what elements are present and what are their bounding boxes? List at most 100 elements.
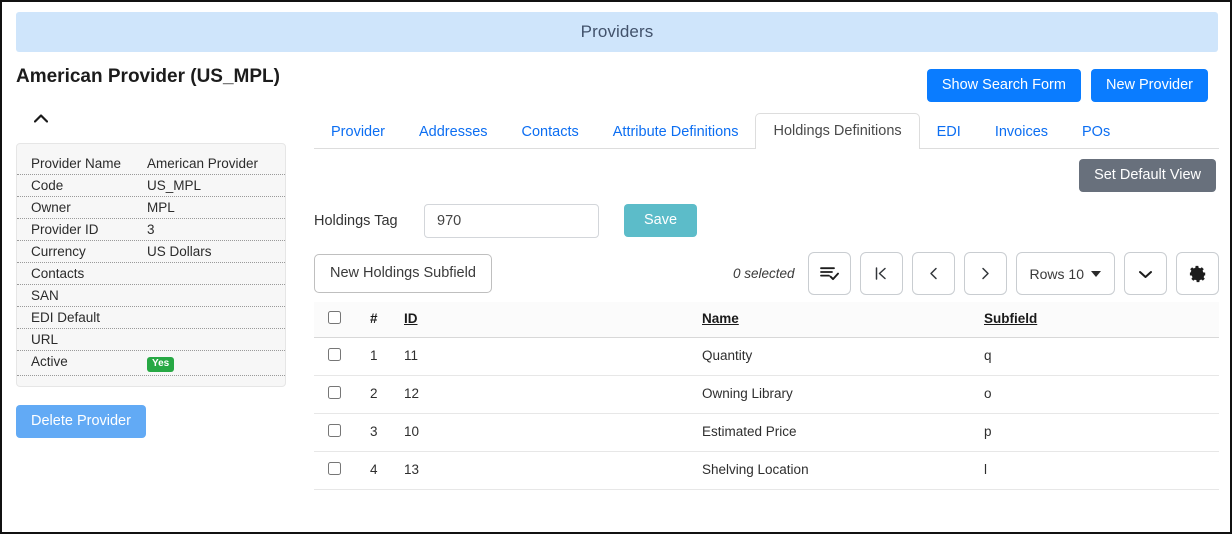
- detail-label: EDI Default: [31, 310, 101, 325]
- detail-row: SAN: [17, 285, 285, 307]
- row-number-cell: 1: [366, 337, 400, 376]
- select-all-checkbox[interactable]: [328, 310, 341, 324]
- detail-row: Currency US Dollars: [17, 241, 285, 263]
- show-search-form-button[interactable]: Show Search Form: [926, 69, 1081, 102]
- detail-value: US_MPL: [147, 178, 202, 193]
- detail-label: Code: [31, 178, 64, 193]
- detail-label: Contacts: [31, 266, 85, 281]
- row-name-cell: Quantity: [698, 337, 980, 376]
- row-id-cell: 10: [400, 413, 698, 452]
- detail-value: Yes: [147, 354, 175, 372]
- column-header-name[interactable]: Name: [698, 301, 980, 338]
- detail-label: Provider ID: [31, 222, 99, 237]
- row-name-cell: Owning Library: [698, 375, 980, 414]
- provider-tabs-panel: Provider Addresses Contacts Attribute De…: [314, 108, 1219, 490]
- page-title: Providers: [580, 22, 654, 41]
- gear-icon[interactable]: [1176, 252, 1219, 295]
- next-page-icon[interactable]: [963, 252, 1007, 295]
- detail-row: Code US_MPL: [17, 175, 285, 197]
- row-id-cell: 12: [400, 375, 698, 414]
- column-header-name-label: Name: [702, 311, 739, 326]
- row-subfield-cell: o: [980, 375, 1219, 414]
- new-holdings-subfield-button[interactable]: New Holdings Subfield: [314, 254, 492, 293]
- tab-edi[interactable]: EDI: [920, 115, 978, 150]
- save-wrap: Save: [624, 204, 698, 237]
- selected-count-label: 0 selected: [732, 266, 795, 281]
- row-number-cell: 4: [366, 451, 400, 490]
- row-checkbox[interactable]: [328, 423, 341, 437]
- detail-value: US Dollars: [147, 244, 212, 259]
- detail-value: 3: [147, 222, 155, 237]
- tab-contacts[interactable]: Contacts: [505, 115, 596, 150]
- delete-provider-button[interactable]: Delete Provider: [16, 405, 146, 438]
- rows-per-page-dropdown[interactable]: Rows 10: [1015, 252, 1115, 295]
- tab-addresses[interactable]: Addresses: [402, 115, 505, 150]
- row-subfield-cell: q: [980, 337, 1219, 376]
- row-select-cell: [314, 451, 366, 490]
- save-button[interactable]: Save: [624, 204, 698, 237]
- tab-invoices[interactable]: Invoices: [978, 115, 1065, 150]
- tab-bar: Provider Addresses Contacts Attribute De…: [314, 108, 1219, 149]
- new-provider-button[interactable]: New Provider: [1090, 69, 1208, 102]
- provider-summary-sidebar: Provider Name American Provider Code US_…: [2, 107, 300, 438]
- holdings-tag-label: Holdings Tag: [314, 212, 398, 229]
- tab-pos[interactable]: POs: [1065, 115, 1127, 150]
- detail-row: URL: [17, 329, 285, 351]
- table-head: # ID Name Subfield: [314, 301, 1219, 338]
- prev-page-icon[interactable]: [911, 252, 955, 295]
- chevron-up-icon[interactable]: [30, 107, 52, 129]
- tab-holdings-definitions[interactable]: Holdings Definitions: [755, 112, 920, 149]
- row-name-cell: Shelving Location: [698, 451, 980, 490]
- detail-label: URL: [31, 332, 59, 347]
- detail-label: Currency: [31, 244, 86, 259]
- detail-row: Provider Name American Provider: [17, 152, 285, 175]
- detail-row: Active Yes: [17, 351, 285, 376]
- first-page-icon[interactable]: [859, 252, 903, 295]
- row-id-cell: 13: [400, 451, 698, 490]
- row-number-cell: 2: [366, 375, 400, 414]
- row-id-cell: 11: [400, 337, 698, 376]
- row-checkbox[interactable]: [328, 347, 341, 361]
- set-default-view-button[interactable]: Set Default View: [1079, 159, 1216, 192]
- holdings-definitions-table: # ID Name Subfield 1 11 Quantity q 2 12 …: [314, 301, 1219, 490]
- table-row[interactable]: 3 10 Estimated Price p: [314, 413, 1219, 452]
- page-banner: Providers: [16, 12, 1218, 52]
- column-header-subfield[interactable]: Subfield: [980, 301, 1219, 338]
- column-header-id[interactable]: ID: [400, 301, 698, 338]
- column-header-subfield-label: Subfield: [984, 311, 1038, 326]
- row-checkbox[interactable]: [328, 385, 341, 399]
- top-actions-group: Show Search Form New Provider: [926, 69, 1208, 102]
- detail-row: Provider ID 3: [17, 219, 285, 241]
- grid-toolbar-controls: 0 selected Rows 10: [733, 252, 1219, 295]
- chevron-down-icon[interactable]: [1124, 252, 1167, 295]
- list-check-icon[interactable]: [807, 252, 851, 295]
- detail-row: Owner MPL: [17, 197, 285, 219]
- detail-label: SAN: [31, 288, 59, 303]
- set-default-view-row: Set Default View: [314, 159, 1219, 192]
- table-row[interactable]: 1 11 Quantity q: [314, 337, 1219, 376]
- row-checkbox[interactable]: [328, 461, 341, 475]
- detail-label: Active: [31, 354, 68, 369]
- detail-value: American Provider: [147, 156, 259, 171]
- holdings-tag-input[interactable]: [424, 203, 599, 238]
- grid-toolbar: New Holdings Subfield 0 selected Rows 10: [314, 252, 1219, 296]
- tab-attribute-definitions[interactable]: Attribute Definitions: [596, 115, 756, 150]
- row-name-cell: Estimated Price: [698, 413, 980, 452]
- row-number-header: #: [366, 301, 400, 338]
- table-row[interactable]: 4 13 Shelving Location l: [314, 451, 1219, 490]
- delete-provider-wrap: Delete Provider: [16, 405, 300, 438]
- row-select-cell: [314, 375, 366, 414]
- table-row[interactable]: 2 12 Owning Library o: [314, 375, 1219, 414]
- select-all-header: [314, 301, 366, 338]
- row-subfield-cell: l: [980, 451, 1219, 490]
- table-body: 1 11 Quantity q 2 12 Owning Library o 3 …: [314, 337, 1219, 490]
- tab-provider[interactable]: Provider: [314, 115, 402, 150]
- row-number-cell: 3: [366, 413, 400, 452]
- status-badge: Yes: [147, 357, 175, 372]
- provider-detail-page: Providers American Provider (US_MPL) Sho…: [0, 0, 1232, 534]
- detail-row: EDI Default: [17, 307, 285, 329]
- record-heading: American Provider (US_MPL): [16, 66, 280, 87]
- row-select-cell: [314, 337, 366, 376]
- row-select-cell: [314, 413, 366, 452]
- rows-per-page-label: Rows 10: [1029, 265, 1084, 282]
